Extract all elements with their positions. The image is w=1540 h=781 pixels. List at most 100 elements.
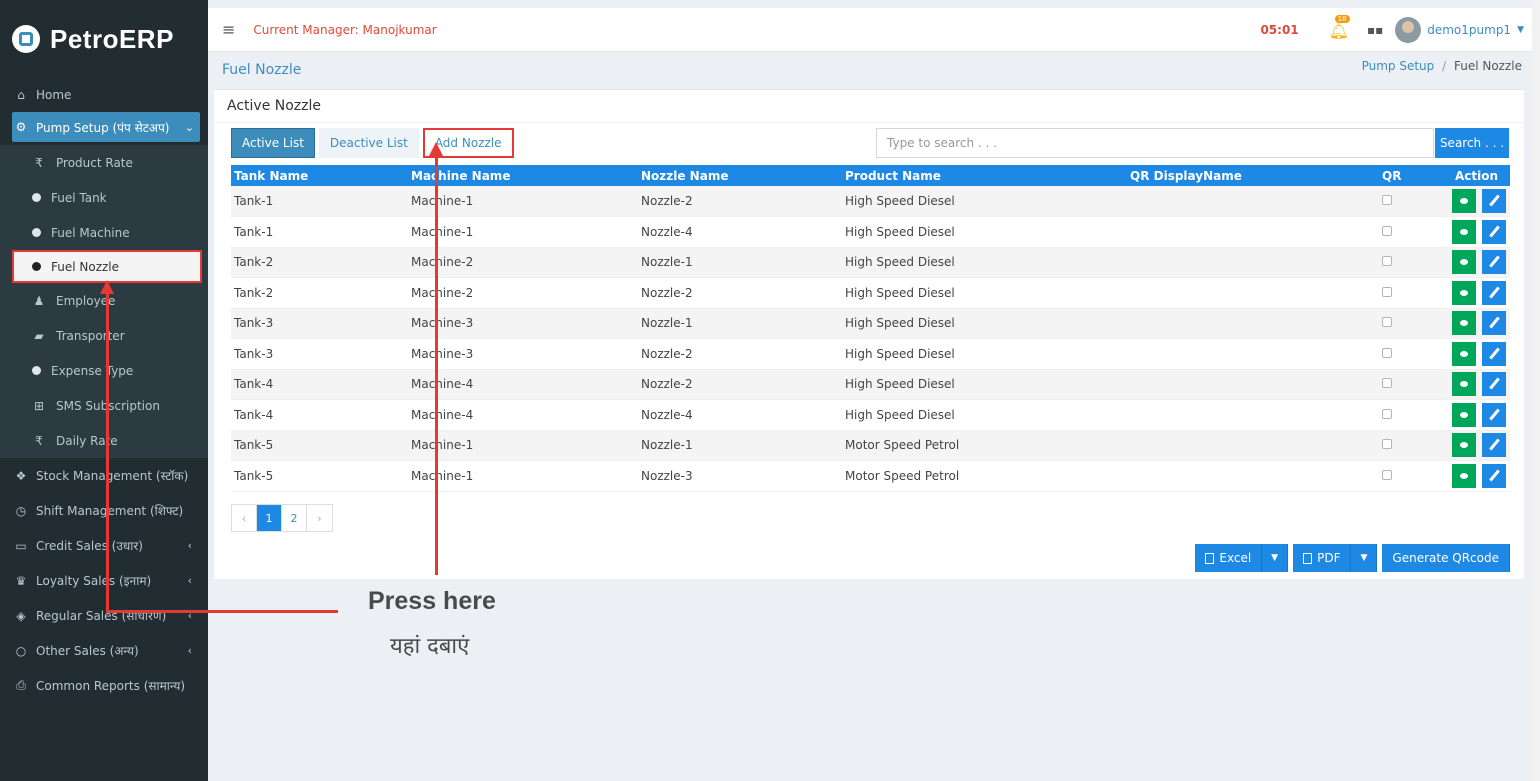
- action-cell: [1440, 308, 1510, 339]
- plus-square-icon: ⊞: [33, 398, 45, 413]
- qr-checkbox[interactable]: [1382, 195, 1392, 205]
- pdf-dropdown-button[interactable]: ▼: [1351, 544, 1378, 572]
- edit-pencil-icon[interactable]: [1482, 280, 1506, 305]
- sidebar-item-common-reports[interactable]: ⎙ Common Reports (सामान्य): [0, 668, 208, 703]
- cubes-icon: ❖: [15, 468, 27, 483]
- view-eye-icon[interactable]: [1452, 311, 1476, 336]
- table-cell: Tank-5: [231, 430, 408, 461]
- qr-checkbox[interactable]: [1382, 225, 1392, 236]
- qr-cell: [1379, 399, 1440, 431]
- column-header[interactable]: Product Name: [842, 165, 1127, 186]
- table-row: Tank-3 Machine-3 Nozzle-2 High Speed Diesel: [231, 338, 1510, 370]
- excel-dropdown-button[interactable]: ▼: [1262, 544, 1289, 572]
- sidebar-item-shift-management[interactable]: ◷ Shift Management (शिफ्ट): [0, 493, 208, 528]
- qr-checkbox[interactable]: [1382, 469, 1392, 480]
- sidebar-item-daily-rate[interactable]: ₹ Daily Rate: [0, 423, 208, 458]
- truck-icon: ▰: [34, 328, 44, 343]
- chevron-down-icon: ⌄: [184, 120, 194, 134]
- sidebar-item-expense-type[interactable]: Expense Type: [0, 353, 208, 388]
- search-button[interactable]: Search . . .: [1435, 128, 1509, 158]
- topbar-right: 05:01 🔔︎ 18 ▪▪ demo1pump1 ▼: [1260, 8, 1524, 52]
- apps-grid-icon[interactable]: ▪▪: [1367, 23, 1383, 37]
- sidebar-item-sms-subscription[interactable]: ⊞ SMS Subscription: [0, 388, 208, 423]
- view-eye-icon[interactable]: [1452, 280, 1476, 305]
- tab-active-list[interactable]: Active List: [231, 128, 315, 158]
- sidebar-item-stock-management[interactable]: ❖ Stock Management (स्टॉक): [0, 458, 208, 493]
- edit-pencil-icon[interactable]: [1482, 463, 1506, 488]
- sidebar-item-fuel-machine[interactable]: Fuel Machine: [0, 215, 208, 250]
- annotation-line-horizontal: [106, 610, 338, 613]
- sidebar-item-credit-sales[interactable]: ▭ Credit Sales (उधार) ‹: [0, 528, 208, 563]
- pager-page-2[interactable]: 2: [282, 505, 307, 531]
- column-header[interactable]: QR: [1379, 165, 1440, 186]
- table-cell: Nozzle-3: [638, 460, 842, 492]
- sidebar-item-loyalty-sales[interactable]: ♛ Loyalty Sales (इनाम) ‹: [0, 563, 208, 598]
- view-eye-icon[interactable]: [1452, 372, 1476, 397]
- view-eye-icon[interactable]: [1452, 402, 1476, 427]
- edit-pencil-icon[interactable]: [1482, 311, 1506, 336]
- table-cell: Nozzle-2: [638, 186, 842, 217]
- pager-next[interactable]: ›: [307, 505, 332, 531]
- edit-pencil-icon[interactable]: [1482, 341, 1506, 366]
- breadcrumb-link-pump-setup[interactable]: Pump Setup: [1362, 59, 1435, 73]
- edit-pencil-icon[interactable]: [1482, 372, 1506, 397]
- app-root: PetroERP ⌂ Home ⚙ Pump Setup (पंप सेटअप)…: [0, 0, 1540, 781]
- pager-prev[interactable]: ‹: [232, 505, 257, 531]
- table-cell: Tank-4: [231, 399, 408, 431]
- view-eye-icon[interactable]: [1452, 219, 1476, 244]
- sidebar-item-home[interactable]: ⌂ Home: [0, 78, 208, 112]
- notification-badge: 18: [1334, 14, 1350, 23]
- chevron-left-icon: ‹: [187, 574, 192, 587]
- page-scrollbar[interactable]: [1532, 0, 1540, 781]
- search-input[interactable]: Type to search . . .: [876, 128, 1434, 158]
- sidebar-item-pump-setup[interactable]: ⚙ Pump Setup (पंप सेटअप) ⌄: [12, 112, 200, 142]
- edit-pencil-icon[interactable]: [1482, 219, 1506, 244]
- trophy-icon: ♛: [15, 573, 27, 588]
- table-cell: Machine-1: [408, 460, 638, 492]
- view-eye-icon[interactable]: [1452, 250, 1476, 275]
- hamburger-menu-icon[interactable]: ≡: [222, 20, 235, 39]
- edit-pencil-icon[interactable]: [1482, 250, 1506, 275]
- view-eye-icon[interactable]: [1452, 341, 1476, 366]
- notification-bell-icon[interactable]: 🔔︎ 18: [1329, 14, 1350, 40]
- brand[interactable]: PetroERP: [0, 0, 208, 78]
- qr-checkbox[interactable]: [1382, 286, 1392, 297]
- qr-checkbox[interactable]: [1382, 378, 1392, 389]
- avatar[interactable]: [1395, 17, 1422, 43]
- sidebar-item-regular-sales[interactable]: ◈ Regular Sales (साधारण) ‹: [0, 598, 208, 633]
- column-header[interactable]: Nozzle Name: [638, 165, 842, 186]
- table-cell: Nozzle-4: [638, 216, 842, 248]
- qr-checkbox[interactable]: [1382, 256, 1392, 267]
- sidebar-item-product-rate[interactable]: ₹ Product Rate: [0, 145, 208, 180]
- sidebar-item-fuel-tank[interactable]: Fuel Tank: [0, 180, 208, 215]
- view-eye-icon[interactable]: [1452, 463, 1476, 488]
- view-eye-icon[interactable]: [1452, 189, 1476, 213]
- sidebar-item-fuel-nozzle[interactable]: Fuel Nozzle: [12, 250, 202, 283]
- pdf-button[interactable]: PDF: [1293, 544, 1352, 572]
- column-header[interactable]: Tank Name: [231, 165, 408, 186]
- table-cell: Tank-1: [231, 216, 408, 248]
- sidebar-item-transporter[interactable]: ▰ Transporter: [0, 318, 208, 353]
- sidebar-item-other-sales[interactable]: ○ Other Sales (अन्य) ‹: [0, 633, 208, 668]
- edit-pencil-icon[interactable]: [1482, 402, 1506, 427]
- table-cell: Nozzle-1: [638, 308, 842, 339]
- breadcrumb-current: Fuel Nozzle: [1453, 59, 1522, 73]
- column-header[interactable]: Machine Name: [408, 165, 638, 186]
- excel-button[interactable]: Excel: [1195, 544, 1263, 572]
- qr-checkbox[interactable]: [1382, 347, 1392, 358]
- qr-checkbox[interactable]: [1382, 439, 1392, 450]
- column-header[interactable]: QR DisplayName: [1127, 165, 1379, 186]
- table-cell: High Speed Diesel: [842, 399, 1127, 431]
- edit-pencil-icon[interactable]: [1482, 433, 1506, 458]
- qr-checkbox[interactable]: [1382, 317, 1392, 328]
- pager-page-1[interactable]: 1: [257, 505, 282, 531]
- edit-pencil-icon[interactable]: [1482, 189, 1506, 213]
- qr-checkbox[interactable]: [1382, 408, 1392, 419]
- caret-down-icon[interactable]: ▼: [1517, 25, 1524, 35]
- session-timer: 05:01: [1260, 23, 1299, 37]
- table-cell: Machine-4: [408, 399, 638, 431]
- user-name[interactable]: demo1pump1: [1427, 23, 1511, 37]
- generate-qrcode-button[interactable]: Generate QRcode: [1382, 544, 1510, 572]
- tab-deactive-list[interactable]: Deactive List: [318, 128, 419, 158]
- view-eye-icon[interactable]: [1452, 433, 1476, 458]
